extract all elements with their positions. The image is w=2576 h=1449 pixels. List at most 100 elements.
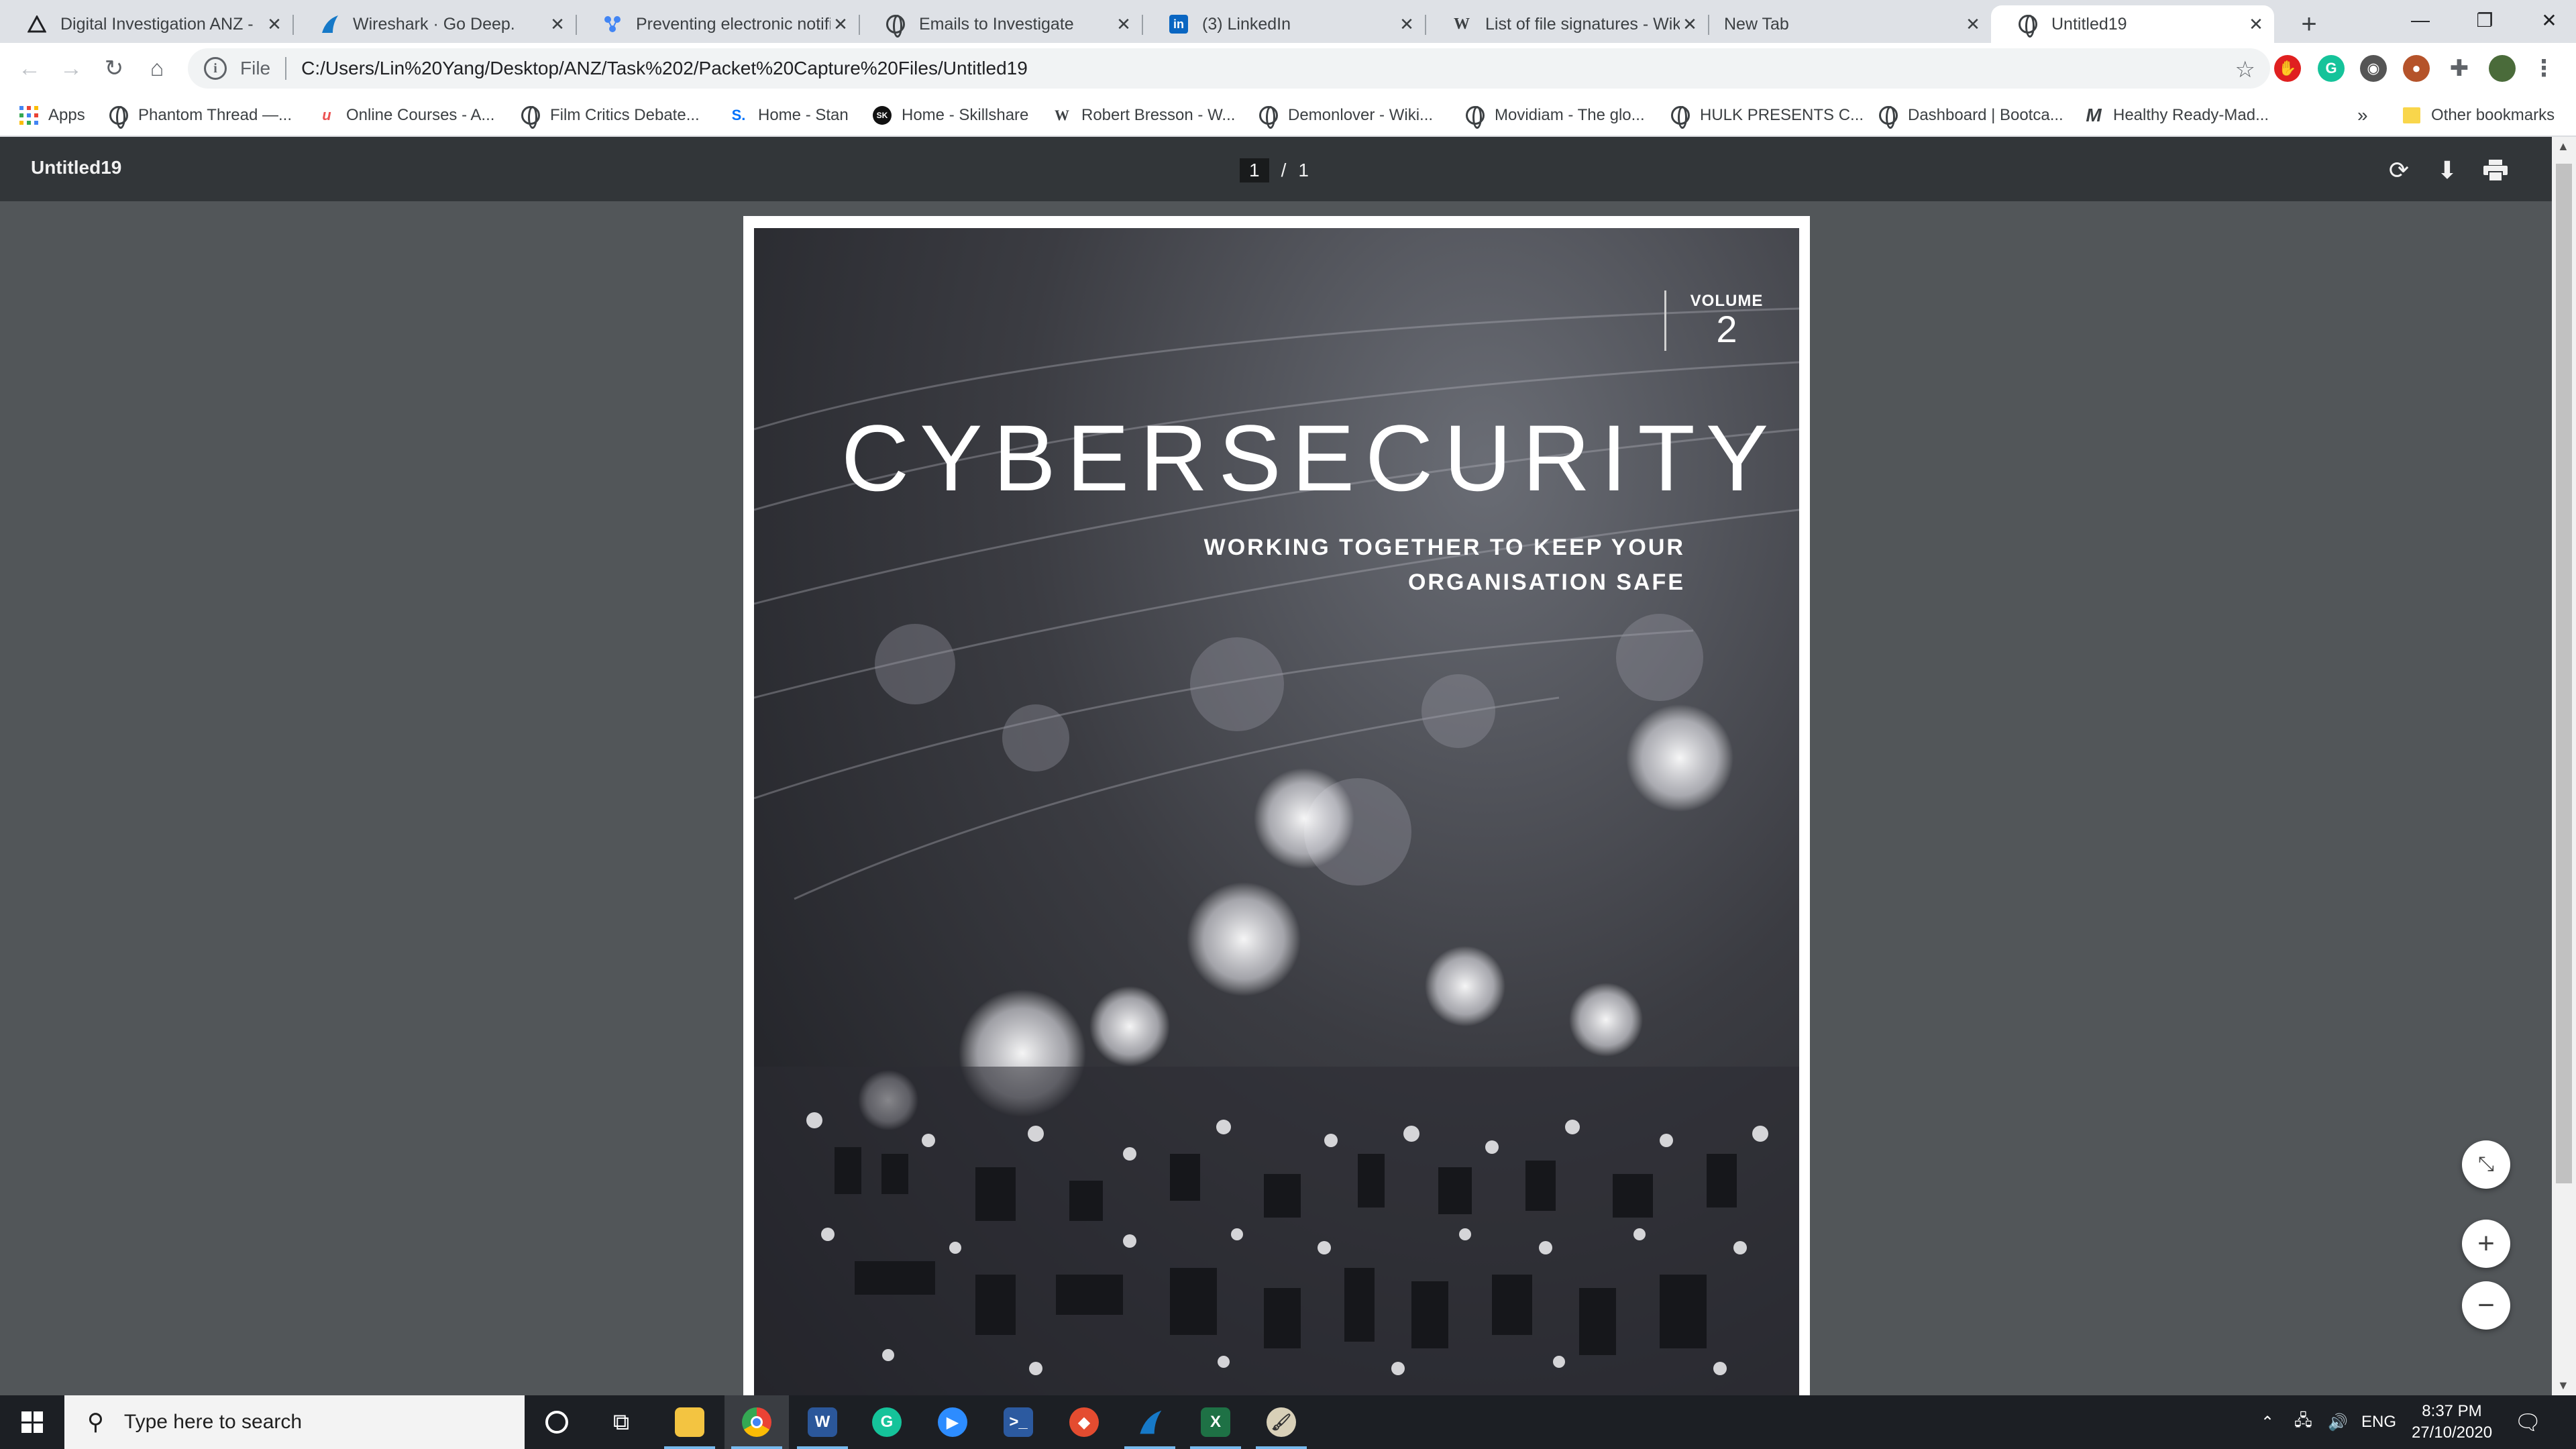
close-tab-icon[interactable]: ✕ [1114,14,1134,34]
reload-icon[interactable]: ↻ [95,50,133,87]
network-tray-icon[interactable]: 🖧 [2294,1395,2312,1449]
skillshare-icon: SK [872,105,892,125]
bookmark-phantom-thread[interactable]: Phantom Thread —... [109,101,292,130]
tab-wireshark[interactable]: Wireshark · Go Deep. ✕ [292,5,577,43]
download-icon[interactable]: ⬇ [2428,152,2466,189]
globe-icon [885,14,906,38]
paint-icon[interactable]: 🖌 [1249,1395,1313,1449]
taskbar-search-box[interactable]: ⚲ Type here to search [64,1395,525,1449]
grammarly-extension-icon[interactable]: G [2318,55,2345,82]
tab-strip: Digital Investigation ANZ - ✕ Wireshark … [0,0,2576,43]
info-icon[interactable]: i [204,57,227,80]
close-tab-icon[interactable]: ✕ [1963,14,1983,34]
bookmark-robert-bresson[interactable]: W Robert Bresson - W... [1052,101,1235,130]
extension-icon[interactable]: ◉ [2360,55,2387,82]
wireshark-fin-icon [319,14,339,34]
zoom-in-button[interactable]: + [2462,1220,2510,1268]
current-page-input[interactable]: 1 [1240,158,1269,182]
page-indicator: 1 / 1 [1240,157,1309,184]
bookmark-apps[interactable]: Apps [19,101,85,130]
tab-untitled19[interactable]: Untitled19 ✕ [1991,5,2274,43]
scrollbar-thumb[interactable] [2556,164,2572,1183]
adblock-extension-icon[interactable]: ✋ [2274,55,2301,82]
close-tab-icon[interactable]: ✕ [830,14,851,34]
udemy-icon: u [322,107,331,123]
network-icon [602,14,623,34]
grammarly-icon[interactable]: G [855,1395,919,1449]
bookmark-stan[interactable]: S. Home - Stan [729,101,849,130]
bookmark-healthy-ready-made[interactable]: M Healthy Ready-Mad... [2084,101,2269,130]
bookmark-skillshare[interactable]: SK Home - Skillshare [872,101,1028,130]
vertical-scrollbar[interactable]: ▲ ▼ [2552,137,2576,1395]
globe-icon [1878,105,1898,129]
profile-avatar[interactable] [2489,55,2516,82]
triangle-logo-icon [27,14,47,34]
wireshark-icon[interactable] [1118,1395,1182,1449]
star-bookmark-icon[interactable]: ☆ [2235,56,2255,83]
more-menu-icon[interactable]: ⋮ [2530,55,2557,82]
tab-new-tab[interactable]: New Tab ✕ [1708,5,1991,43]
volume-number: 2 [1716,308,1737,350]
scroll-up-arrow-icon[interactable]: ▲ [2557,140,2569,154]
tab-digital-investigation[interactable]: Digital Investigation ANZ - ✕ [0,5,294,43]
cortana-icon[interactable] [525,1395,589,1449]
excel-icon[interactable]: X [1183,1395,1248,1449]
show-hidden-icons[interactable]: ⌃ [2261,1395,2274,1449]
volume-block: VOLUME 2 [1664,290,1770,351]
home-icon[interactable]: ⌂ [138,50,176,87]
cover-subtitle: WORKING TOGETHER TO KEEP YOUR ORGANISATI… [1203,535,1685,595]
globe-icon [2018,14,2038,38]
globe-icon [1465,105,1485,129]
close-tab-icon[interactable]: ✕ [264,14,284,34]
zoom-out-button[interactable]: − [2462,1281,2510,1330]
tab-preventing-notifications[interactable]: Preventing electronic notific ✕ [576,5,860,43]
m-logo-icon: M [2086,105,2102,125]
close-tab-icon[interactable]: ✕ [547,14,568,34]
restore-button[interactable]: ❐ [2453,0,2517,40]
new-tab-button[interactable]: + [2293,8,2325,40]
bookmark-film-critics[interactable]: Film Critics Debate... [521,101,700,130]
url-text[interactable]: C:/Users/Lin%20Yang/Desktop/ANZ/Task%202… [301,58,1028,79]
print-icon[interactable] [2477,152,2514,189]
tab-linkedin[interactable]: in (3) LinkedIn ✕ [1142,5,1426,43]
close-tab-icon[interactable]: ✕ [1397,14,1417,34]
volume-icon[interactable]: 🔊 [2328,1395,2348,1449]
fit-to-page-icon[interactable]: ⤡ [2462,1140,2510,1189]
other-bookmarks[interactable]: Other bookmarks [2402,101,2555,130]
bookmark-dashboard-bootcamp[interactable]: Dashboard | Bootca... [1878,101,2063,130]
powershell-icon[interactable]: >_ [986,1395,1051,1449]
start-button[interactable] [0,1395,64,1449]
tab-file-signatures[interactable]: W List of file signatures - Wiki ✕ [1425,5,1709,43]
bookmark-hulk-presents[interactable]: HULK PRESENTS C... [1670,101,1864,130]
git-icon[interactable]: ◆ [1052,1395,1116,1449]
rotate-icon[interactable]: ⟳ [2380,152,2418,189]
address-bar[interactable]: i File C:/Users/Lin%20Yang/Desktop/ANZ/T… [188,48,2270,89]
minimize-button[interactable]: — [2388,0,2453,40]
scroll-down-arrow-icon[interactable]: ▼ [2557,1379,2569,1393]
back-arrow-icon[interactable]: ← [11,50,48,87]
clock[interactable]: 8:37 PM 27/10/2020 [2395,1401,2509,1444]
zoom-icon[interactable]: ▶ [920,1395,985,1449]
stan-icon: S. [731,107,746,123]
close-tab-icon[interactable]: ✕ [1680,14,1700,34]
bookmark-demonlover[interactable]: Demonlover - Wiki... [1258,101,1433,130]
bookmark-movidiam[interactable]: Movidiam - The glo... [1465,101,1645,130]
bookmark-online-courses[interactable]: u Online Courses - A... [317,101,494,130]
file-explorer-icon[interactable] [657,1395,722,1449]
wikipedia-icon: W [1454,15,1470,33]
close-window-button[interactable]: ✕ [2517,0,2576,40]
task-view-icon[interactable]: ⧉ [589,1395,653,1449]
pdf-toolbar: Untitled19 1 / 1 ⟳ ⬇ [0,137,2576,201]
language-indicator[interactable]: ENG [2361,1395,2396,1449]
chrome-icon[interactable] [724,1395,789,1449]
cookie-extension-icon[interactable]: ● [2403,55,2430,82]
pdf-viewer[interactable]: VOLUME 2 CYBERSECURITY WORKING TOGETHER … [0,201,2552,1395]
close-tab-icon[interactable]: ✕ [2246,14,2266,34]
notifications-icon[interactable]: 🗨 [2514,1395,2542,1449]
folder-icon [2402,105,2422,125]
puzzle-extensions-icon[interactable]: ✚ [2446,55,2473,82]
tab-emails-to-investigate[interactable]: Emails to Investigate ✕ [859,5,1143,43]
forward-arrow-icon[interactable]: → [52,50,90,87]
bookmarks-overflow-chevron-icon[interactable]: » [2357,101,2368,130]
word-icon[interactable]: W [790,1395,855,1449]
